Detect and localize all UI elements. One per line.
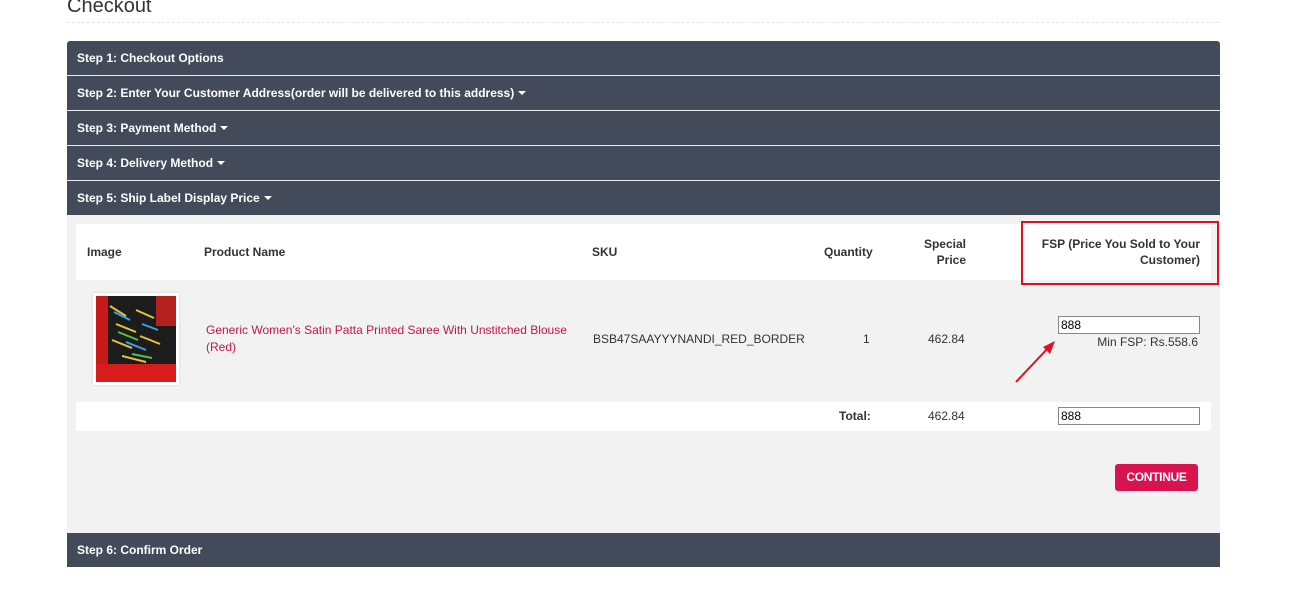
step-5-label: Step 5: Ship Label Display Price	[77, 191, 260, 205]
col-special-price: Special Price	[924, 236, 966, 268]
product-name-line1[interactable]: Generic Women's Satin Patta Printed Sare…	[206, 322, 567, 339]
step-2-label: Step 2: Enter Your Customer Address(orde…	[77, 86, 515, 100]
annotation-highlight-box	[1021, 221, 1219, 285]
title-divider	[67, 22, 1219, 23]
step-2-header[interactable]: Step 2: Enter Your Customer Address(orde…	[67, 76, 1220, 111]
total-fsp-input[interactable]	[1058, 407, 1200, 425]
col-special-price-line2: Price	[936, 253, 966, 267]
caret-down-icon	[263, 195, 272, 200]
total-row: Total: 462.84	[76, 402, 1211, 431]
total-label: Total:	[839, 409, 871, 423]
red-arrow-icon	[1015, 341, 1055, 383]
col-special-price-line1: Special	[923, 237, 966, 251]
col-sku: SKU	[592, 245, 618, 259]
step-1-header[interactable]: Step 1: Checkout Options	[67, 41, 1220, 76]
step-5-header[interactable]: Step 5: Ship Label Display Price	[67, 181, 1220, 215]
step-6-label: Step 6: Confirm Order	[77, 543, 203, 557]
total-special-price: 462.84	[928, 409, 965, 423]
quantity-value: 1	[863, 332, 870, 346]
caret-down-icon	[217, 160, 226, 165]
step-1-label: Step 1: Checkout Options	[77, 51, 224, 65]
fsp-input[interactable]	[1058, 316, 1200, 334]
col-quantity: Quantity	[824, 245, 873, 259]
step-4-label: Step 4: Delivery Method	[77, 156, 214, 170]
product-thumbnail[interactable]	[93, 293, 179, 385]
step-3-header[interactable]: Step 3: Payment Method	[67, 111, 1220, 146]
continue-button[interactable]: CONTINUE	[1115, 464, 1198, 491]
min-fsp-note: Min FSP: Rs.558.6	[1097, 335, 1198, 349]
col-image: Image	[87, 245, 122, 259]
step-4-header[interactable]: Step 4: Delivery Method	[67, 146, 1220, 181]
caret-down-icon	[220, 125, 229, 130]
special-price-value: 462.84	[928, 332, 965, 346]
product-name-link[interactable]: Generic Women's Satin Patta Printed Sare…	[206, 322, 567, 356]
caret-down-icon	[518, 90, 527, 95]
page-title: Checkout	[67, 0, 152, 17]
step-3-label: Step 3: Payment Method	[77, 121, 217, 135]
step-6-header[interactable]: Step 6: Confirm Order	[67, 533, 1220, 567]
product-name-line2[interactable]: (Red)	[206, 339, 567, 356]
col-product-name: Product Name	[204, 245, 286, 259]
checkout-accordion: Step 1: Checkout Options Step 2: Enter Y…	[67, 41, 1220, 567]
sku-value: BSB47SAAYYYNANDI_RED_BORDER	[593, 332, 805, 346]
